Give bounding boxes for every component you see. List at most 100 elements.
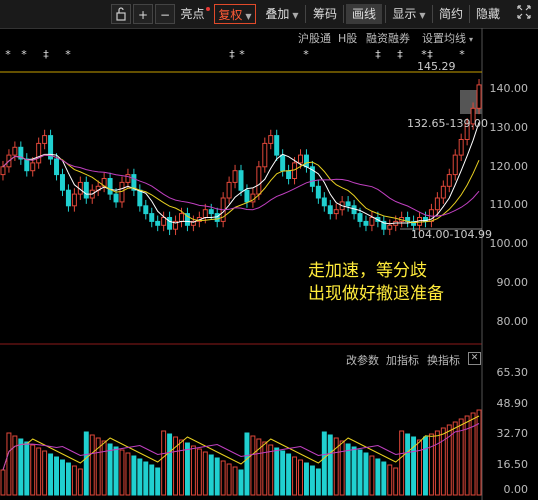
volume-bar bbox=[262, 441, 268, 496]
event-marker-icon[interactable]: * bbox=[65, 48, 71, 61]
volume-bar bbox=[161, 430, 167, 496]
volume-tick: 65.30 bbox=[496, 366, 529, 379]
volume-bar bbox=[321, 431, 327, 496]
volume-bar bbox=[381, 461, 387, 496]
event-marker-icon[interactable]: ‡ bbox=[229, 48, 235, 61]
candle bbox=[71, 193, 77, 207]
range-low-label: 104.00-104.99 bbox=[411, 228, 492, 241]
candle bbox=[155, 220, 161, 226]
candle bbox=[434, 197, 440, 211]
close-icon[interactable]: ✕ bbox=[468, 352, 481, 365]
candle bbox=[59, 174, 65, 191]
candle bbox=[363, 220, 369, 226]
volume-bar bbox=[6, 432, 12, 496]
volume-bar bbox=[42, 450, 48, 496]
candle bbox=[232, 170, 238, 183]
candle bbox=[137, 189, 143, 207]
price-tick: 80.00 bbox=[496, 315, 529, 328]
volume-bar bbox=[77, 468, 83, 496]
candle bbox=[178, 213, 184, 222]
volume-bar bbox=[0, 469, 6, 496]
candle bbox=[452, 154, 458, 176]
event-marker-icon[interactable]: * bbox=[239, 48, 245, 61]
volume-bar bbox=[226, 463, 232, 496]
event-marker-icon[interactable]: * bbox=[5, 48, 11, 61]
volume-bar bbox=[143, 461, 149, 496]
volume-bar bbox=[244, 432, 250, 496]
volume-bar bbox=[232, 466, 238, 496]
volume-bar bbox=[405, 433, 411, 496]
volume-bar bbox=[125, 452, 131, 496]
volume-bar bbox=[131, 455, 137, 496]
volume-bar bbox=[298, 459, 303, 496]
volume-bar bbox=[399, 430, 405, 496]
volume-bar bbox=[428, 433, 434, 496]
volume-bar bbox=[113, 446, 119, 496]
volume-bar bbox=[190, 445, 196, 496]
candle bbox=[446, 174, 452, 187]
candle bbox=[202, 209, 208, 218]
huan-zhibiao-button[interactable]: 换指标 bbox=[427, 352, 460, 368]
candle bbox=[36, 142, 42, 164]
volume-bar bbox=[375, 458, 381, 496]
volume-bar bbox=[48, 453, 54, 496]
candle bbox=[256, 166, 262, 195]
volume-bar bbox=[268, 444, 274, 496]
event-marker-icon[interactable]: * bbox=[303, 48, 309, 61]
volume-bar bbox=[339, 440, 345, 496]
range-high-label: 132.65-139.00 bbox=[407, 117, 488, 130]
candlestick-series bbox=[0, 79, 482, 236]
volume-bar bbox=[393, 467, 399, 496]
volume-bar bbox=[476, 409, 482, 496]
volume-bar bbox=[71, 465, 77, 496]
candle bbox=[387, 224, 393, 230]
gai-canshu-button[interactable]: 改参数 bbox=[346, 352, 379, 368]
volume-bar bbox=[65, 462, 71, 496]
event-marker-icon[interactable]: ‡ bbox=[375, 48, 381, 61]
event-marker-icon[interactable]: * bbox=[459, 48, 465, 61]
candle bbox=[208, 209, 214, 215]
price-tick: 110.00 bbox=[489, 198, 529, 211]
volume-bar bbox=[208, 454, 214, 496]
volume-panel-header: 改参数 加指标 换指标 ✕ bbox=[0, 352, 538, 368]
candle bbox=[42, 135, 48, 144]
overlay-line-1: 走加速，等分歧 bbox=[308, 261, 427, 281]
price-tick: 100.00 bbox=[489, 237, 529, 250]
candle bbox=[24, 158, 30, 172]
price-tick: 120.00 bbox=[489, 160, 529, 173]
jia-zhibiao-button[interactable]: 加指标 bbox=[386, 352, 419, 368]
candle bbox=[226, 181, 232, 199]
candle bbox=[315, 185, 321, 199]
volume-bar bbox=[196, 448, 202, 496]
volume-bar bbox=[89, 434, 95, 496]
volume-bar bbox=[315, 468, 321, 496]
volume-bar bbox=[309, 465, 315, 496]
volume-bar bbox=[357, 449, 363, 496]
candle bbox=[262, 142, 268, 168]
volume-tick: 16.50 bbox=[496, 458, 529, 471]
candle bbox=[30, 162, 36, 172]
volume-bar bbox=[274, 447, 280, 496]
candle bbox=[268, 135, 274, 144]
candle bbox=[113, 193, 119, 203]
volume-bar bbox=[107, 443, 113, 496]
volume-bar bbox=[83, 431, 89, 496]
candle bbox=[107, 178, 113, 195]
volume-bar bbox=[54, 456, 60, 496]
candle bbox=[65, 189, 71, 207]
volume-bar bbox=[345, 443, 351, 496]
top-price-label: 145.29 bbox=[417, 60, 456, 73]
volume-bar bbox=[238, 469, 244, 496]
candle bbox=[327, 205, 333, 215]
candle bbox=[292, 162, 298, 179]
volume-bar bbox=[101, 440, 107, 496]
event-marker-icon[interactable]: * bbox=[21, 48, 27, 61]
candle bbox=[440, 185, 446, 199]
volume-tick: 48.90 bbox=[496, 397, 529, 410]
event-marker-icon[interactable]: ‡ bbox=[397, 48, 403, 61]
candle bbox=[274, 135, 280, 156]
candle bbox=[357, 213, 363, 222]
price-tick: 90.00 bbox=[496, 276, 529, 289]
volume-bar bbox=[250, 435, 256, 496]
event-marker-icon[interactable]: ‡ bbox=[43, 48, 49, 61]
